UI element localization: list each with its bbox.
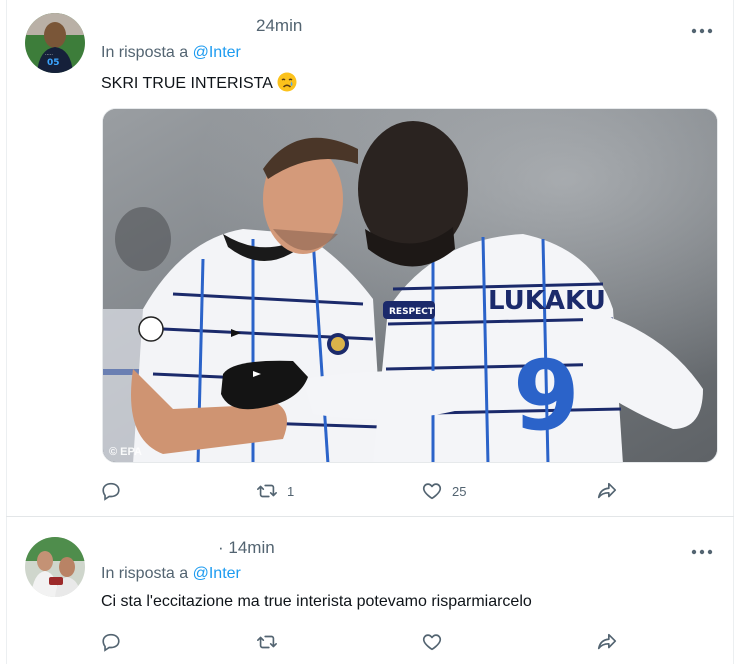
reply-icon	[102, 633, 120, 652]
tweet-text: SKRI TRUE INTERISTA	[101, 72, 297, 93]
retweet-icon	[257, 635, 277, 649]
like-icon	[422, 483, 442, 500]
more-icon[interactable]	[690, 22, 714, 34]
mention-link[interactable]: @Inter	[193, 565, 241, 582]
reply-button[interactable]	[100, 630, 131, 654]
share-icon	[597, 482, 617, 499]
tweet-text-content: SKRI TRUE INTERISTA	[101, 75, 273, 92]
retweet-button[interactable]	[256, 630, 287, 654]
avatar[interactable]: 05 ·····	[25, 13, 85, 73]
tweet-photo[interactable]: LUKAKU 9 RESPECT © EPA	[102, 108, 718, 463]
retweet-icon	[257, 484, 277, 498]
retweet-count: 1	[287, 483, 295, 499]
crying-face-emoji-icon	[277, 72, 297, 92]
media-watermark: © EPA	[109, 446, 142, 458]
reply-context: In risposta a @Inter	[101, 565, 241, 583]
svg-text:05: 05	[47, 58, 60, 68]
share-button[interactable]	[596, 479, 618, 503]
like-button[interactable]	[421, 630, 452, 654]
share-icon	[597, 633, 617, 650]
respect-patch: RESPECT	[389, 307, 435, 317]
more-icon[interactable]	[690, 543, 714, 555]
reply-context: In risposta a @Inter	[101, 44, 241, 62]
reply-prefix: In risposta a	[101, 565, 189, 582]
tweet-timestamp[interactable]: · 14min	[218, 538, 275, 558]
tweet-text: Ci sta l'eccitazione ma true interista p…	[101, 593, 532, 610]
mention-link[interactable]: @Inter	[193, 44, 241, 61]
share-button[interactable]	[596, 630, 618, 654]
like-count: 25	[452, 483, 467, 499]
jersey-number: 9	[513, 340, 580, 452]
svg-text:·····: ·····	[45, 52, 53, 58]
reply-button[interactable]	[100, 479, 131, 503]
reply-icon	[102, 482, 120, 501]
tweet[interactable]: · 14min In risposta a @Inter Ci sta l'ec…	[0, 517, 740, 664]
like-icon	[422, 634, 442, 651]
tweet-actions	[0, 630, 740, 654]
tweet-timestamp[interactable]: 24min	[256, 16, 302, 36]
avatar[interactable]	[25, 537, 85, 597]
reply-prefix: In risposta a	[101, 44, 189, 61]
tweet-actions: 1 25	[0, 479, 740, 503]
retweet-button[interactable]: 1	[256, 479, 294, 503]
like-button[interactable]: 25	[421, 479, 466, 503]
tweet[interactable]: 05 ····· 24min In risposta a @Inter SKRI…	[0, 0, 740, 516]
